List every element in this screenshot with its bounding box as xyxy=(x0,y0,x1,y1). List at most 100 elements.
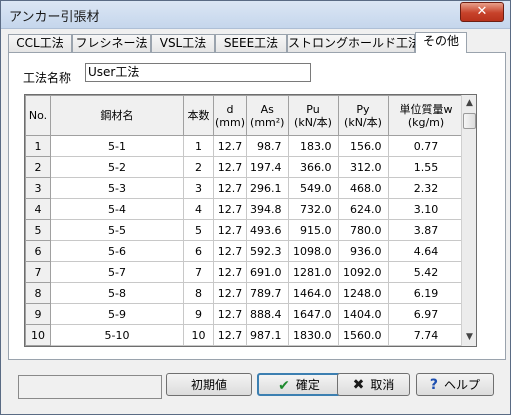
as-cell[interactable]: 98.7 xyxy=(246,135,289,157)
py-cell[interactable]: 1560.0 xyxy=(337,324,389,346)
steel-name-cell[interactable]: 5-10 xyxy=(50,324,184,346)
py-cell[interactable]: 312.0 xyxy=(337,156,389,178)
count-cell[interactable]: 2 xyxy=(183,156,214,178)
count-cell[interactable]: 10 xyxy=(183,324,214,346)
col-header-w[interactable]: 単位質量w (kg/m) xyxy=(387,95,465,136)
scroll-up-icon[interactable]: ▲ xyxy=(463,96,476,111)
row-number-cell[interactable]: 7 xyxy=(25,261,51,283)
unit-weight-cell[interactable]: 1.55 xyxy=(387,156,465,178)
table-row[interactable]: 3 5-3 3 12.7 296.1 549.0 468.0 2.32 xyxy=(25,177,465,199)
d-cell[interactable]: 12.7 xyxy=(213,198,247,220)
unit-weight-cell[interactable]: 0.77 xyxy=(387,135,465,157)
py-cell[interactable]: 624.0 xyxy=(337,198,389,220)
count-cell[interactable]: 8 xyxy=(183,282,214,304)
pu-cell[interactable]: 1647.0 xyxy=(287,303,339,325)
as-cell[interactable]: 296.1 xyxy=(246,177,289,199)
unit-weight-cell[interactable]: 2.32 xyxy=(387,177,465,199)
steel-name-cell[interactable]: 5-5 xyxy=(50,219,184,241)
table-row[interactable]: 4 5-4 4 12.7 394.8 732.0 624.0 3.10 xyxy=(25,198,465,220)
as-cell[interactable]: 394.8 xyxy=(246,198,289,220)
tab-vsl[interactable]: VSL工法 xyxy=(151,34,215,52)
tab-other[interactable]: その他 xyxy=(415,32,467,53)
d-cell[interactable]: 12.7 xyxy=(213,135,247,157)
unit-weight-cell[interactable]: 3.10 xyxy=(387,198,465,220)
unit-weight-cell[interactable]: 7.74 xyxy=(387,324,465,346)
pu-cell[interactable]: 915.0 xyxy=(287,219,339,241)
count-cell[interactable]: 7 xyxy=(183,261,214,283)
tab-ccl[interactable]: CCL工法 xyxy=(8,34,72,52)
count-cell[interactable]: 5 xyxy=(183,219,214,241)
tab-seee[interactable]: SEEE工法 xyxy=(215,34,287,52)
count-cell[interactable]: 1 xyxy=(183,135,214,157)
count-cell[interactable]: 6 xyxy=(183,240,214,262)
vertical-scrollbar[interactable]: ▲ ▼ xyxy=(461,95,476,346)
steel-name-cell[interactable]: 5-8 xyxy=(50,282,184,304)
as-cell[interactable]: 592.3 xyxy=(246,240,289,262)
row-number-cell[interactable]: 4 xyxy=(25,198,51,220)
count-cell[interactable]: 4 xyxy=(183,198,214,220)
as-cell[interactable]: 691.0 xyxy=(246,261,289,283)
ok-button[interactable]: ✔ 確定 xyxy=(257,373,341,396)
d-cell[interactable]: 12.7 xyxy=(213,219,247,241)
table-row[interactable]: 9 5-9 9 12.7 888.4 1647.0 1404.0 6.97 xyxy=(25,303,465,325)
unit-weight-cell[interactable]: 6.97 xyxy=(387,303,465,325)
row-number-cell[interactable]: 10 xyxy=(25,324,51,346)
col-header-count[interactable]: 本数 xyxy=(183,95,214,136)
scroll-down-icon[interactable]: ▼ xyxy=(463,330,476,345)
as-cell[interactable]: 789.7 xyxy=(246,282,289,304)
col-header-as[interactable]: As (mm²) xyxy=(246,95,289,136)
count-cell[interactable]: 9 xyxy=(183,303,214,325)
initial-values-button[interactable]: 初期値 xyxy=(166,373,252,396)
py-cell[interactable]: 1404.0 xyxy=(337,303,389,325)
d-cell[interactable]: 12.7 xyxy=(213,303,247,325)
table-row[interactable]: 5 5-5 5 12.7 493.6 915.0 780.0 3.87 xyxy=(25,219,465,241)
unit-weight-cell[interactable]: 4.64 xyxy=(387,240,465,262)
row-number-cell[interactable]: 6 xyxy=(25,240,51,262)
pu-cell[interactable]: 183.0 xyxy=(287,135,339,157)
scroll-thumb[interactable] xyxy=(463,113,476,129)
col-header-name[interactable]: 鋼材名 xyxy=(50,95,184,136)
pu-cell[interactable]: 732.0 xyxy=(287,198,339,220)
steel-name-cell[interactable]: 5-9 xyxy=(50,303,184,325)
steel-name-cell[interactable]: 5-7 xyxy=(50,261,184,283)
d-cell[interactable]: 12.7 xyxy=(213,324,247,346)
d-cell[interactable]: 12.7 xyxy=(213,282,247,304)
steel-name-cell[interactable]: 5-6 xyxy=(50,240,184,262)
unit-weight-cell[interactable]: 6.19 xyxy=(387,282,465,304)
close-button[interactable]: ✕ xyxy=(460,2,504,22)
row-number-cell[interactable]: 2 xyxy=(25,156,51,178)
as-cell[interactable]: 987.1 xyxy=(246,324,289,346)
unit-weight-cell[interactable]: 5.42 xyxy=(387,261,465,283)
pu-cell[interactable]: 366.0 xyxy=(287,156,339,178)
py-cell[interactable]: 936.0 xyxy=(337,240,389,262)
cancel-button[interactable]: ✖ 取消 xyxy=(337,373,410,396)
py-cell[interactable]: 780.0 xyxy=(337,219,389,241)
tab-stronghold[interactable]: ストロングホールド工法 xyxy=(287,34,420,52)
as-cell[interactable]: 493.6 xyxy=(246,219,289,241)
d-cell[interactable]: 12.7 xyxy=(213,156,247,178)
steel-name-cell[interactable]: 5-2 xyxy=(50,156,184,178)
pu-cell[interactable]: 549.0 xyxy=(287,177,339,199)
col-header-d[interactable]: d (mm) xyxy=(213,95,247,136)
as-cell[interactable]: 888.4 xyxy=(246,303,289,325)
row-number-cell[interactable]: 5 xyxy=(25,219,51,241)
table-row[interactable]: 1 5-1 1 12.7 98.7 183.0 156.0 0.77 xyxy=(25,135,465,157)
d-cell[interactable]: 12.7 xyxy=(213,177,247,199)
py-cell[interactable]: 468.0 xyxy=(337,177,389,199)
table-row[interactable]: 8 5-8 8 12.7 789.7 1464.0 1248.0 6.19 xyxy=(25,282,465,304)
pu-cell[interactable]: 1464.0 xyxy=(287,282,339,304)
py-cell[interactable]: 1248.0 xyxy=(337,282,389,304)
steel-name-cell[interactable]: 5-4 xyxy=(50,198,184,220)
col-header-no[interactable]: No. xyxy=(25,95,51,136)
unit-weight-cell[interactable]: 3.87 xyxy=(387,219,465,241)
table-row[interactable]: 10 5-10 10 12.7 987.1 1830.0 1560.0 7.74 xyxy=(25,324,465,346)
count-cell[interactable]: 3 xyxy=(183,177,214,199)
table-row[interactable]: 6 5-6 6 12.7 592.3 1098.0 936.0 4.64 xyxy=(25,240,465,262)
d-cell[interactable]: 12.7 xyxy=(213,240,247,262)
pu-cell[interactable]: 1281.0 xyxy=(287,261,339,283)
steel-name-cell[interactable]: 5-1 xyxy=(50,135,184,157)
help-button[interactable]: ? ヘルプ xyxy=(416,373,494,396)
row-number-cell[interactable]: 1 xyxy=(25,135,51,157)
as-cell[interactable]: 197.4 xyxy=(246,156,289,178)
tab-freyssinet[interactable]: フレシネー法 xyxy=(72,34,151,52)
